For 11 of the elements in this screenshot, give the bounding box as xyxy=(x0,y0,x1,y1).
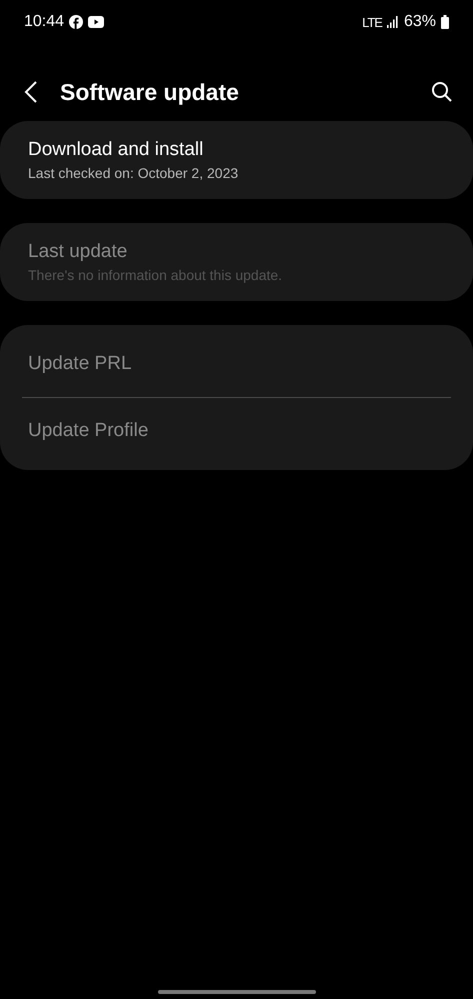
item-subtitle: There's no information about this update. xyxy=(28,267,284,283)
network-type: LTE xyxy=(362,14,382,30)
circle-app-icon xyxy=(69,15,84,29)
battery-icon xyxy=(441,15,449,29)
signal-icon xyxy=(386,16,399,28)
clock-time: 10:44 xyxy=(24,13,64,31)
item-subtitle: Last checked on: October 2, 2023 xyxy=(28,165,240,181)
menu-item[interactable]: Download and install xyxy=(28,139,445,161)
battery-percent: 63% xyxy=(404,13,436,31)
play-button-icon xyxy=(88,16,104,28)
page-title: Software update xyxy=(60,78,240,106)
